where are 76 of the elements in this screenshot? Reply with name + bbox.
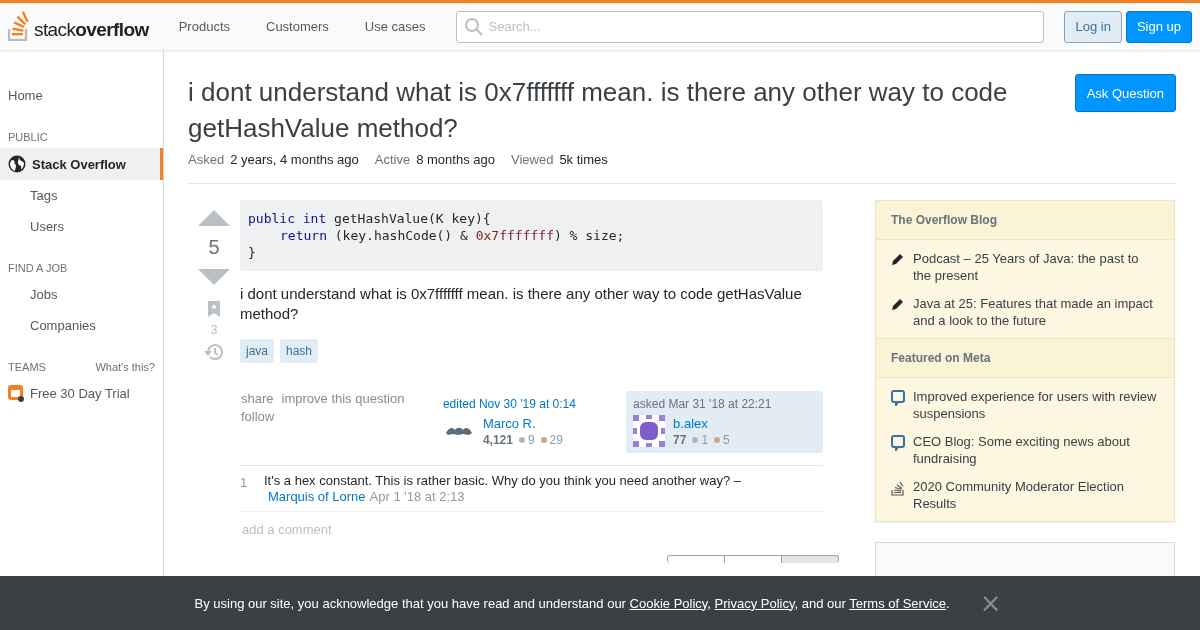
tag[interactable]: hash (280, 339, 319, 363)
globe-icon (8, 155, 26, 173)
post-action-link[interactable]: share (241, 391, 274, 407)
sidebar-item[interactable]: Users (0, 211, 163, 242)
code-line: } (248, 244, 257, 261)
code-line: return (key.hashCode() & 0x7fffffff) % size; (279, 227, 626, 244)
briefcase-icon (8, 385, 24, 402)
nav-link[interactable]: Products (160, 19, 248, 34)
badge-count: 29 (540, 432, 563, 447)
chat-bubble-icon (891, 435, 905, 451)
comment-score: 1 (240, 474, 249, 492)
search-field[interactable]: Search... (455, 10, 1045, 43)
logo[interactable]: stackoverflow (8, 10, 149, 43)
downvote-icon[interactable] (198, 269, 230, 285)
edited-link[interactable]: edited Nov 30 '19 at 0:14 (442, 397, 612, 411)
bookmark-count: 3 (210, 323, 218, 337)
pencil-icon (891, 297, 905, 311)
post-action-link[interactable]: improve this question (281, 391, 405, 407)
meta-label: Viewed (510, 152, 554, 167)
comment-author[interactable]: Marquis of Lorne (268, 489, 366, 504)
asked-date: asked Mar 31 '18 at 22:21 (633, 397, 773, 411)
tag[interactable]: java (240, 339, 274, 363)
widget-heading: The Overflow Blog (876, 201, 1174, 240)
meta-label: Asked (188, 152, 225, 167)
policy-link[interactable]: Privacy Policy (714, 595, 795, 611)
sidebar-item[interactable]: Companies (0, 310, 163, 341)
badge-count: 1 (692, 432, 709, 447)
widget-link[interactable]: 2020 Community Moderator Election Results (891, 472, 1159, 517)
section-heading: FIND A JOB (8, 262, 68, 274)
pencil-icon (891, 252, 905, 266)
reputation: 4,121 (482, 432, 513, 447)
nav-link[interactable]: Use cases (346, 19, 444, 34)
sort-tab[interactable] (667, 555, 725, 563)
widget-link[interactable]: CEO Blog: Some exciting news about fundraising (891, 427, 1159, 472)
widget-link[interactable]: Improved experience for users with review suspensions (891, 382, 1159, 427)
badge-count: 5 (714, 432, 730, 447)
nav-link[interactable]: Customers (248, 19, 347, 34)
reputation: 77 (673, 432, 687, 447)
upvote-icon[interactable] (198, 210, 230, 226)
code-line: public int getHashValue(K key){ (248, 210, 492, 227)
sort-tab[interactable] (781, 555, 839, 563)
post-action-link[interactable]: follow (241, 409, 275, 425)
help-link[interactable]: What's this? (95, 361, 155, 373)
section-heading: PUBLIC (8, 131, 48, 143)
question-title[interactable]: i dont understand what is 0x7fffffff mean. is there any other way to code getHashValue method? (188, 74, 1061, 146)
policy-link[interactable]: Terms of Service (849, 595, 947, 611)
sidebar-item[interactable]: Home (0, 80, 163, 111)
history-icon[interactable] (204, 343, 224, 361)
vote-count: 5 (208, 235, 220, 260)
widget-link[interactable]: Podcast – 25 Years of Java: the past to the present (891, 244, 1159, 289)
sidebar-item[interactable]: Stack Overflow (0, 148, 163, 180)
sidebar-item[interactable]: Tags (0, 180, 163, 211)
section-heading: TEAMS (8, 361, 46, 373)
stack-logo-icon (8, 10, 30, 41)
badge-count: 9 (518, 432, 535, 447)
logo-text: stackoverflow (34, 18, 149, 41)
question-body: i dont understand what is 0x7fffffff mean. is there any other way to code getHasValue method? (240, 284, 803, 324)
user-name[interactable]: Marco R. (482, 415, 536, 431)
stack-icon (891, 480, 905, 496)
cookie-notice: By using our site, you acknowledge that you have read and understand our Cookie Policy, Privacy Policy, and our Terms of Service. (194, 595, 950, 611)
sidebar-item[interactable]: Free 30 Day Trial (0, 378, 163, 409)
widget-heading: Featured on Meta (876, 338, 1174, 378)
chat-bubble-icon (891, 390, 905, 406)
meta-value: 2 years, 4 months ago (230, 152, 359, 167)
user-name[interactable]: b.alex (673, 415, 708, 431)
sidebar-item[interactable]: Jobs (0, 279, 163, 310)
avatar-icon[interactable] (633, 415, 666, 447)
bookmark-icon[interactable] (208, 301, 220, 317)
search-icon (463, 16, 484, 37)
meta-label: Active (374, 152, 411, 167)
meta-value: 8 months ago (416, 152, 495, 167)
header-button[interactable]: Log in (1064, 10, 1122, 43)
comment-text: It's a hex constant. This is rather basic. Why do you think you need another way? – (264, 473, 741, 488)
meta-value: 5k times (559, 152, 608, 167)
widget-link[interactable]: Java at 25: Features that made an impact and a look to the future (891, 289, 1159, 334)
comment-date: Apr 1 '18 at 2:13 (369, 489, 465, 504)
